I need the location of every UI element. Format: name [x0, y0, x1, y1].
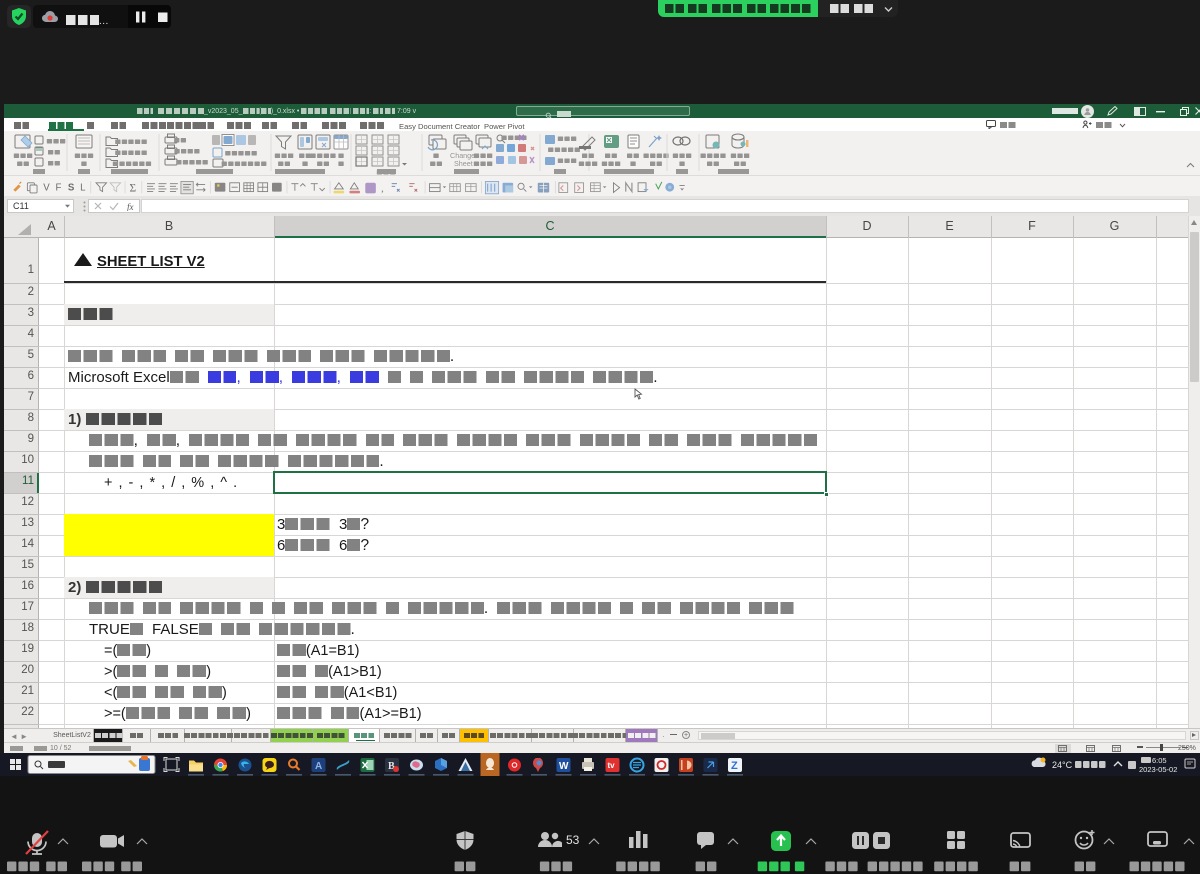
svg-text:Σ: Σ — [129, 183, 136, 195]
svg-text:S: S — [68, 183, 75, 194]
svg-text:L: L — [80, 183, 86, 194]
svg-text:Sheet: Sheet — [454, 159, 473, 168]
svg-text:,: , — [381, 184, 384, 195]
svg-text:V: V — [43, 183, 50, 194]
svg-text:6:05: 6:05 — [1152, 756, 1167, 765]
svg-text:53: 53 — [566, 833, 580, 847]
svg-text:fx: fx — [127, 202, 134, 211]
svg-text:A: A — [315, 761, 322, 772]
svg-text:W: W — [559, 761, 569, 772]
svg-text:F: F — [56, 183, 62, 194]
svg-text:24°C: 24°C — [1052, 760, 1073, 770]
svg-text:tv: tv — [608, 761, 616, 770]
svg-text:Z: Z — [731, 760, 738, 772]
svg-text:2023-05-02: 2023-05-02 — [1139, 765, 1177, 774]
